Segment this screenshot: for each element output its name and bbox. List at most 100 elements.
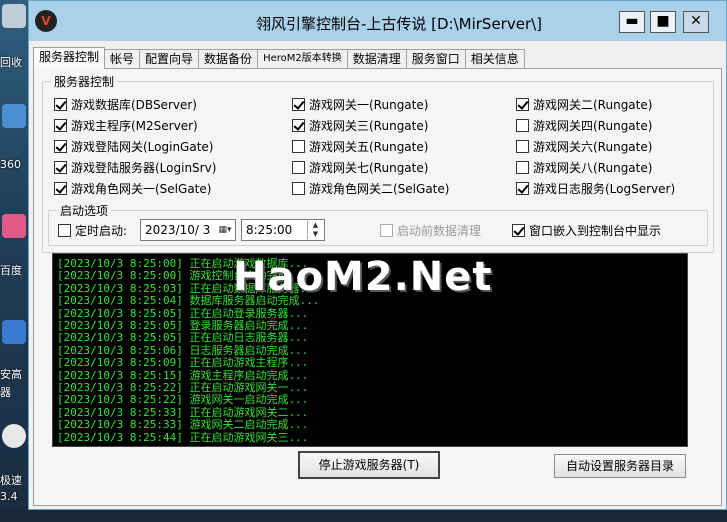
server-control-panel: 服务器控制 游戏数据库(DBServer) 游戏网关一(Rungate) 游戏网关二… — [33, 68, 722, 506]
log-line: [2023/10/3 8:25:22] 游戏网关一启动完成... — [57, 393, 309, 407]
app-icon[interactable] — [2, 104, 26, 128]
group-title: 服务器控制 — [51, 73, 118, 90]
checkbox-box[interactable] — [512, 223, 525, 237]
start-time-stepper[interactable]: 8:25:00 ▲ ▼ — [241, 219, 325, 241]
title-bar[interactable]: V 翎风引擎控制台-上古传说 [D:\MirServer\] ▬ ■ ✕ — [29, 1, 726, 41]
desktop-label: 3.4 — [0, 490, 18, 503]
checkbox-box[interactable] — [54, 139, 67, 153]
tab-config-wizard[interactable]: 配置向导 — [139, 49, 200, 69]
checkbox-box[interactable] — [54, 97, 67, 111]
checkbox-box[interactable] — [292, 118, 305, 132]
log-line: [2023/10/3 8:25:05] 正在启动登录服务器... — [57, 306, 309, 320]
server-checkbox[interactable]: 游戏网关七(Rungate) — [292, 158, 428, 176]
close-button[interactable]: ✕ — [683, 11, 709, 33]
server-checkbox-label: 游戏角色网关二(SelGate) — [309, 181, 450, 196]
server-checkbox-label: 游戏网关一(Rungate) — [309, 97, 429, 112]
browser-icon[interactable] — [2, 424, 26, 448]
checkbox-box[interactable] — [54, 160, 67, 174]
minimize-button[interactable]: ▬ — [619, 11, 645, 33]
server-checkbox-label: 游戏网关八(Rungate) — [533, 160, 653, 175]
server-checkbox[interactable]: 游戏网关三(Rungate) — [292, 116, 428, 134]
auto-set-directory-button[interactable]: 自动设置服务器目录 — [554, 454, 686, 478]
server-checkbox[interactable]: 游戏主程序(M2Server) — [54, 116, 198, 134]
app-icon[interactable] — [2, 320, 26, 344]
desktop-area: 回收 360 百度 安高 器 极速 3.4 — [0, 0, 28, 522]
timed-start-checkbox[interactable]: 定时启动: — [58, 221, 127, 239]
server-checkbox[interactable]: 游戏网关六(Rungate) — [516, 137, 652, 155]
app-logo-icon: V — [35, 10, 57, 32]
desktop-label: 回收 — [0, 56, 22, 69]
server-checkbox[interactable]: 游戏网关四(Rungate) — [516, 116, 652, 134]
tab-data-cleanup[interactable]: 数据清理 — [346, 49, 407, 69]
stop-server-button[interactable]: 停止游戏服务器(T) — [298, 451, 440, 479]
embed-window-checkbox[interactable]: 窗口嵌入到控制台中显示 — [512, 221, 661, 239]
log-line: [2023/10/3 8:25:09] 正在启动游戏主程序... — [57, 356, 309, 370]
maximize-button[interactable]: ■ — [650, 11, 676, 33]
group-title: 启动选项 — [57, 202, 112, 219]
server-checkbox[interactable]: 游戏网关一(Rungate) — [292, 95, 428, 113]
spin-down-icon[interactable]: ▼ — [308, 230, 323, 239]
desktop-label: 百度 — [0, 264, 22, 277]
server-checkbox[interactable]: 游戏数据库(DBServer) — [54, 95, 197, 113]
embed-window-label: 窗口嵌入到控制台中显示 — [529, 223, 662, 238]
console-window: V 翎风引擎控制台-上古传说 [D:\MirServer\] ▬ ■ ✕ 服务器… — [28, 0, 727, 510]
log-line: [2023/10/3 8:25:04] 数据库服务器启动完成... — [57, 294, 320, 308]
checkbox-box[interactable] — [516, 160, 529, 174]
tab-herom2-convert[interactable]: HeroM2版本转换 — [257, 49, 348, 69]
server-checkbox[interactable]: 游戏登陆服务器(LoginSrv) — [54, 158, 216, 176]
log-line: [2023/10/3 8:25:44] 正在启动游戏网关三... — [57, 430, 309, 444]
baidu-icon[interactable] — [2, 214, 26, 238]
server-checkbox-label: 游戏角色网关一(SelGate) — [71, 181, 212, 196]
timed-start-label: 定时启动: — [75, 223, 128, 238]
tab-about[interactable]: 相关信息 — [464, 49, 525, 69]
checkbox-box[interactable] — [516, 97, 529, 111]
start-time-value: 8:25:00 — [246, 223, 293, 237]
server-checkbox-label: 游戏数据库(DBServer) — [71, 97, 197, 112]
desktop-label: 极速 — [0, 474, 22, 487]
tab-account[interactable]: 帐号 — [104, 49, 141, 69]
checkbox-box[interactable] — [54, 118, 67, 132]
cleanup-before-start-checkbox[interactable]: 启动前数据清理 — [380, 221, 481, 239]
log-line: [2023/10/3 8:25:33] 正在启动游戏网关二... — [57, 405, 309, 419]
time-spin-control[interactable]: ▲ ▼ — [307, 221, 323, 239]
checkbox-box[interactable] — [292, 181, 305, 195]
start-date-picker[interactable]: 2023/10/ 3 ▦▾ — [140, 219, 236, 241]
tab-server-control[interactable]: 服务器控制 — [33, 47, 106, 69]
server-checkbox[interactable]: 游戏登陆网关(LoginGate) — [54, 137, 213, 155]
server-checkbox-label: 游戏网关七(Rungate) — [309, 160, 429, 175]
server-checkbox[interactable]: 游戏网关二(Rungate) — [516, 95, 652, 113]
checkbox-box[interactable] — [292, 160, 305, 174]
server-checkbox[interactable]: 游戏角色网关一(SelGate) — [54, 179, 211, 197]
start-date-value: 2023/10/ 3 — [145, 223, 211, 237]
checkbox-box[interactable] — [516, 139, 529, 153]
checkbox-box[interactable] — [292, 139, 305, 153]
checkbox-box[interactable] — [516, 181, 529, 195]
checkbox-box[interactable] — [380, 223, 393, 237]
checkbox-box[interactable] — [292, 97, 305, 111]
log-line: [2023/10/3 8:25:00] 游戏控制台启动完成... — [57, 269, 309, 283]
log-line: [2023/10/3 8:25:05] 登录服务器启动完成... — [57, 319, 309, 332]
log-line: [2023/10/3 8:25:05] 正在启动日志服务器... — [57, 331, 309, 345]
server-checkbox[interactable]: 游戏网关五(Rungate) — [292, 137, 428, 155]
server-checkbox-label: 游戏网关六(Rungate) — [533, 139, 653, 154]
tab-data-backup[interactable]: 数据备份 — [198, 49, 259, 69]
tab-strip: 服务器控制 帐号 配置向导 数据备份 HeroM2版本转换 数据清理 服务窗口 … — [33, 47, 525, 69]
checkbox-box[interactable] — [58, 223, 71, 237]
desktop-label: 器 — [0, 386, 11, 399]
log-line: [2023/10/3 8:25:15] 游戏主程序启动完成... — [57, 368, 309, 382]
server-checkbox[interactable]: 游戏日志服务(LogServer) — [516, 179, 675, 197]
log-output[interactable]: [2023/10/3 8:25:00] 正在启动游戏数据库... [2023/10… — [52, 253, 688, 447]
server-checkbox[interactable]: 游戏网关八(Rungate) — [516, 158, 652, 176]
checkbox-box[interactable] — [54, 181, 67, 195]
log-line: [2023/10/3 8:25:03] 正在启动数据库服务器... — [57, 281, 320, 295]
server-checkbox-label: 游戏网关三(Rungate) — [309, 118, 429, 133]
spin-up-icon[interactable]: ▲ — [308, 221, 323, 230]
log-line: [2023/10/3 8:25:33] 游戏网关二启动完成... — [57, 418, 309, 432]
server-checkbox-label: 游戏日志服务(LogServer) — [533, 181, 676, 196]
calendar-dropdown-icon[interactable]: ▦▾ — [217, 222, 233, 238]
server-checkbox[interactable]: 游戏角色网关二(SelGate) — [292, 179, 449, 197]
recycle-bin-icon[interactable] — [2, 4, 26, 28]
checkbox-box[interactable] — [516, 118, 529, 132]
server-checkbox-label: 游戏登陆服务器(LoginSrv) — [71, 160, 217, 175]
tab-service-window[interactable]: 服务窗口 — [405, 49, 466, 69]
